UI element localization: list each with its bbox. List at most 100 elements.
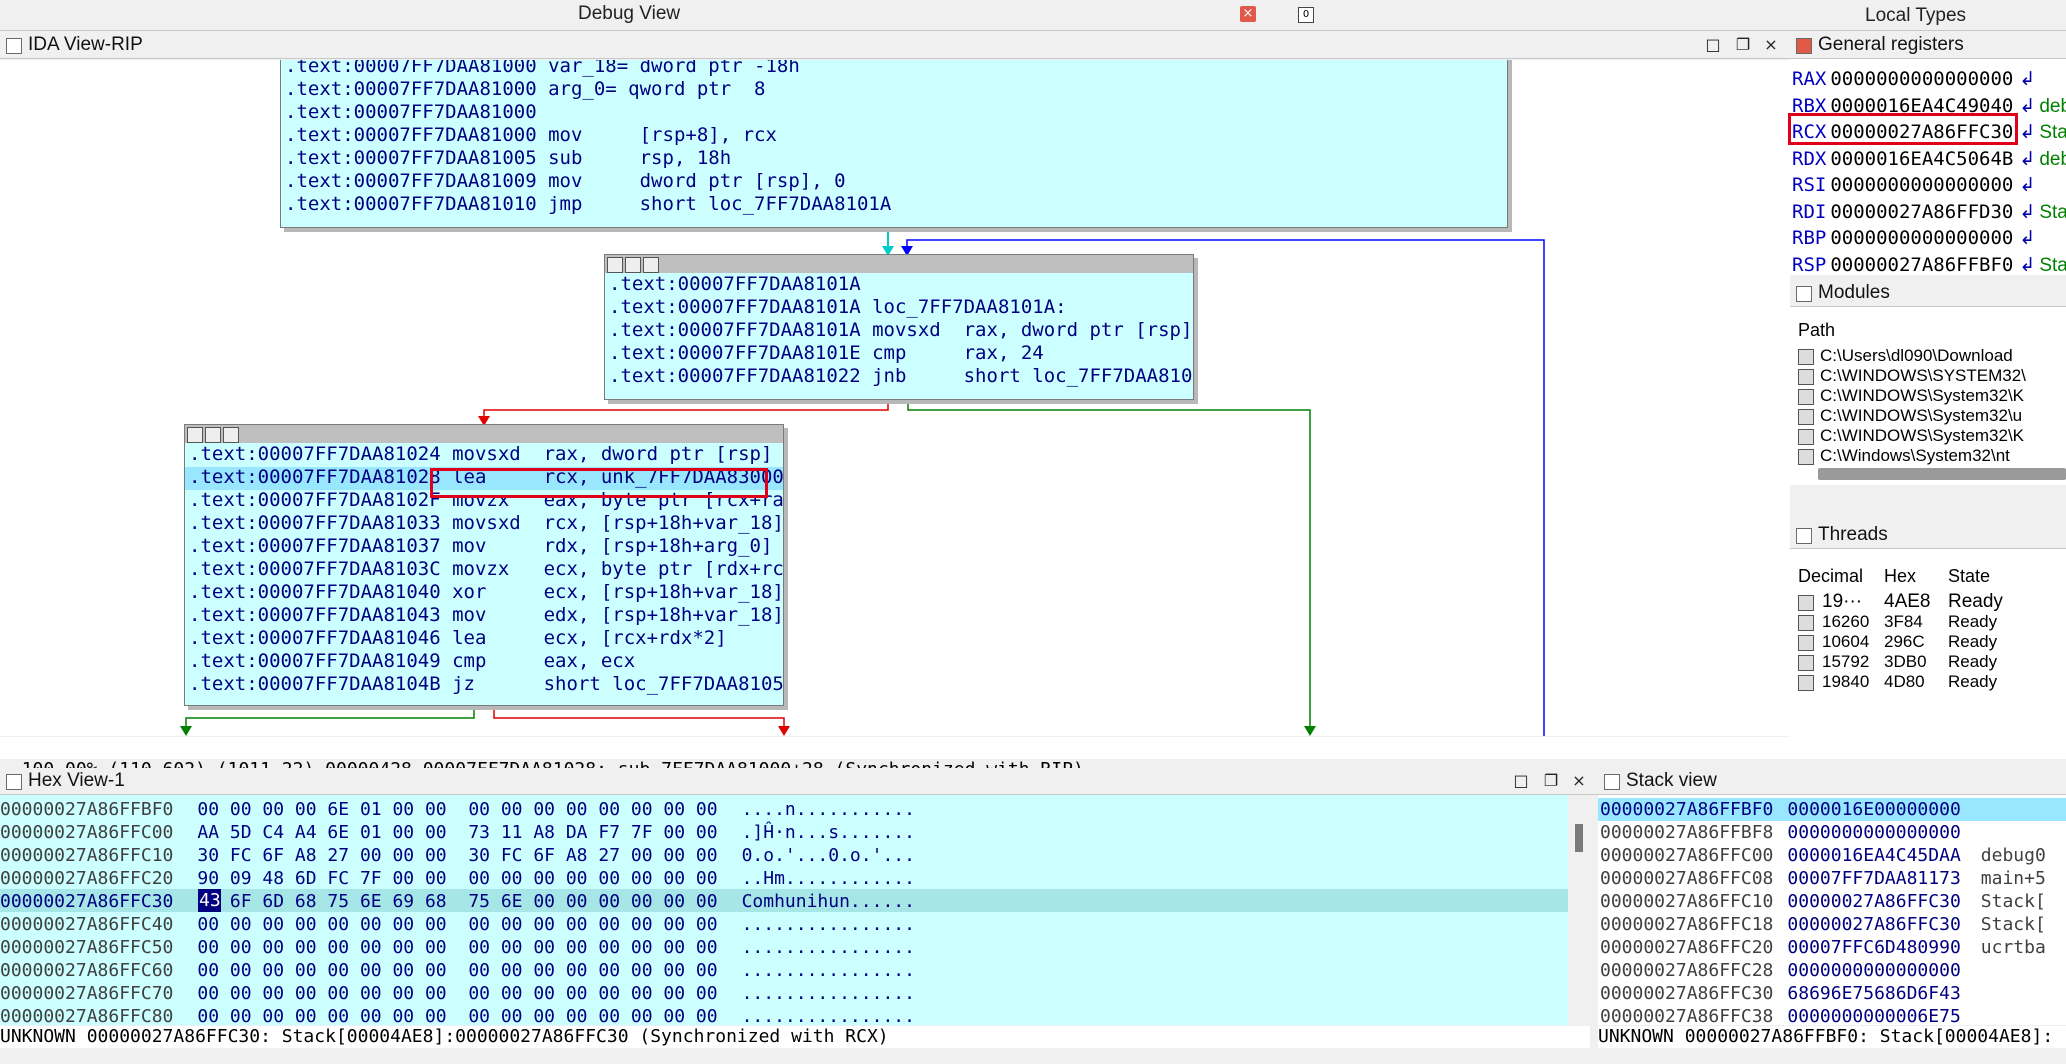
modules-column-path[interactable]: Path: [1798, 320, 1835, 341]
block-color-icon[interactable]: [187, 427, 203, 443]
close-icon[interactable]: ×: [1240, 6, 1256, 22]
register-row-rsp[interactable]: RSP 00000027A86FFBF0 ↲ Sta: [1792, 252, 2066, 278]
module-row[interactable]: C:\WINDOWS\System32\K: [1798, 426, 2064, 446]
jump-arrow-icon[interactable]: ↲: [2019, 225, 2039, 251]
hex-bytes[interactable]: 00 00 00 00 00 00 00 00 00 00 00 00 00 0…: [197, 937, 717, 958]
hex-row[interactable]: 00000027A86FFC10 30 FC 6F A8 27 00 00 00 …: [0, 844, 915, 867]
thread-row[interactable]: 19840 4D80 Ready: [1798, 672, 2064, 692]
close-icon[interactable]: ×: [1762, 36, 1780, 54]
stack-row[interactable]: 00000027A86FFC08 00007FF7DAA81173 main+5: [1600, 867, 2066, 890]
stack-row[interactable]: 00000027A86FFC30 68696E75686D6F43: [1600, 982, 2066, 1005]
hex-row[interactable]: 00000027A86FFBF0 00 00 00 00 6E 01 00 00 …: [0, 798, 915, 821]
thread-row[interactable]: 10604 296C Ready: [1798, 632, 2064, 652]
hex-ascii[interactable]: ..Hm............: [742, 868, 915, 889]
code-line[interactable]: .text:00007FF7DAA8101A: [609, 273, 861, 296]
hex-bytes[interactable]: 00 00 00 00 00 00 00 00 00 00 00 00 00 0…: [197, 914, 717, 935]
thread-row[interactable]: 16260 3F84 Ready: [1798, 612, 2064, 632]
code-block-loop-header[interactable]: .text:00007FF7DAA8101A .text:00007FF7DAA8…: [604, 254, 1194, 400]
tab-local-types[interactable]: Local Types: [1865, 5, 1966, 27]
hex-ascii[interactable]: Comhunihun......: [742, 891, 915, 912]
threads-column-state[interactable]: State: [1948, 566, 1990, 587]
code-line[interactable]: .text:00007FF7DAA81009 mov dword ptr [rs…: [285, 170, 846, 193]
jump-arrow-icon[interactable]: ↲: [2019, 119, 2039, 145]
code-line[interactable]: .text:00007FF7DAA81033 movsxd rcx, [rsp+…: [189, 512, 783, 535]
jump-arrow-icon[interactable]: ↲: [2019, 146, 2039, 172]
code-line[interactable]: .text:00007FF7DAA81000 var_18= dword ptr…: [285, 60, 800, 78]
jump-arrow-icon[interactable]: ↲: [2019, 66, 2039, 92]
hex-bytes[interactable]: AA 5D C4 A4 6E 01 00 00 73 11 A8 DA F7 7…: [197, 822, 717, 843]
thread-row[interactable]: 19··· 4AE8 Ready: [1798, 592, 2064, 612]
stack-row[interactable]: 00000027A86FFBF8 0000000000000000: [1600, 821, 2066, 844]
code-line[interactable]: .text:00007FF7DAA81024 movsxd rax, dword…: [189, 443, 772, 466]
hex-ascii[interactable]: ....n...........: [742, 799, 915, 820]
code-line[interactable]: .text:00007FF7DAA81040 xor ecx, [rsp+18h…: [189, 581, 783, 604]
hex-bytes[interactable]: 30 FC 6F A8 27 00 00 00 30 FC 6F A8 27 0…: [197, 845, 717, 866]
maximize-icon[interactable]: □: [1704, 36, 1722, 54]
block-graph-icon[interactable]: [223, 427, 239, 443]
hex-row[interactable]: 00000027A86FFC20 90 09 48 6D FC 7F 00 00 …: [0, 867, 915, 890]
module-row[interactable]: C:\Windows\System32\nt: [1798, 446, 2064, 466]
hex-bytes[interactable]: 00 00 00 00 00 00 00 00 00 00 00 00 00 0…: [197, 983, 717, 1004]
register-row-rdx[interactable]: RDX 0000016EA4C5064B ↲ deb: [1792, 146, 2066, 172]
code-block-entry[interactable]: .text:00007FF7DAA81000 var_18= dword ptr…: [280, 60, 1508, 228]
hex-ascii[interactable]: ................: [742, 960, 915, 981]
hex-bytes[interactable]: 90 09 48 6D FC 7F 00 00 00 00 00 00 00 0…: [197, 868, 717, 889]
stack-row[interactable]: 00000027A86FFBF0 0000016E00000000: [1600, 798, 2066, 821]
threads-column-decimal[interactable]: Decimal: [1798, 566, 1863, 587]
code-line[interactable]: .text:00007FF7DAA81000: [285, 101, 537, 124]
stack-value[interactable]: 00000027A86FFC30: [1787, 914, 1960, 935]
hex-scrollbar-thumb[interactable]: [1575, 824, 1583, 852]
register-value[interactable]: 00000027A86FFBF0: [1830, 254, 2013, 276]
register-row-rdi[interactable]: RDI 00000027A86FFD30 ↲ Sta: [1792, 199, 2066, 225]
module-row[interactable]: C:\WINDOWS\System32\K: [1798, 386, 2064, 406]
stack-value[interactable]: 00007FF7DAA81173: [1787, 868, 1960, 889]
module-row[interactable]: C:\WINDOWS\System32\u: [1798, 406, 2064, 426]
hex-ascii[interactable]: ................: [742, 937, 915, 958]
code-line[interactable]: .text:00007FF7DAA81010 jmp short loc_7FF…: [285, 193, 891, 216]
code-line[interactable]: .text:00007FF7DAA81005 sub rsp, 18h: [285, 147, 731, 170]
hex-bytes[interactable]: 00 00 00 00 6E 01 00 00 00 00 00 00 00 0…: [197, 799, 717, 820]
code-line[interactable]: .text:00007FF7DAA8101E cmp rax, 24: [609, 342, 1044, 365]
hex-ascii[interactable]: ................: [742, 983, 915, 1004]
hex-ascii[interactable]: 0.o.'...0.o.'...: [742, 845, 915, 866]
code-line[interactable]: .text:00007FF7DAA8103C movzx ecx, byte p…: [189, 558, 783, 581]
module-row[interactable]: C:\WINDOWS\SYSTEM32\: [1798, 366, 2064, 386]
ida-graph-view[interactable]: .text:00007FF7DAA81000 var_18= dword ptr…: [0, 60, 1790, 736]
hex-row[interactable]: 00000027A86FFC30 43 6F 6D 68 75 6E 69 68 …: [0, 890, 915, 913]
hex-row[interactable]: 00000027A86FFC80 00 00 00 00 00 00 00 00 …: [0, 1005, 915, 1028]
code-line[interactable]: .text:00007FF7DAA81022 jnb short loc_7FF…: [609, 365, 1193, 388]
code-line[interactable]: .text:00007FF7DAA8101A movsxd rax, dword…: [609, 319, 1192, 342]
thread-row[interactable]: 15792 3DB0 Ready: [1798, 652, 2064, 672]
hex-row[interactable]: 00000027A86FFC40 00 00 00 00 00 00 00 00 …: [0, 913, 915, 936]
stack-value[interactable]: 0000000000000000: [1787, 960, 1960, 981]
code-line[interactable]: .text:00007FF7DAA81046 lea ecx, [rcx+rdx…: [189, 627, 727, 650]
register-row-rax[interactable]: RAX 0000000000000000 ↲: [1792, 66, 2039, 92]
stack-value[interactable]: 00007FFC6D480990: [1787, 937, 1960, 958]
jump-arrow-icon[interactable]: ↲: [2019, 93, 2039, 119]
hex-bytes[interactable]: 00 00 00 00 00 00 00 00 00 00 00 00 00 0…: [197, 1006, 717, 1027]
stack-value[interactable]: 0000016EA4C45DAA: [1787, 845, 1960, 866]
stack-row[interactable]: 00000027A86FFC38 0000000000006E75: [1600, 1005, 2066, 1028]
hex-bytes[interactable]: 43 6F 6D 68 75 6E 69 68 75 6E 00 00 00 0…: [197, 891, 717, 912]
jump-arrow-icon[interactable]: ↲: [2019, 199, 2039, 225]
stack-value[interactable]: 00000027A86FFC30: [1787, 891, 1960, 912]
register-value[interactable]: 00000027A86FFD30: [1830, 201, 2013, 223]
hex-row[interactable]: 00000027A86FFC00 AA 5D C4 A4 6E 01 00 00 …: [0, 821, 915, 844]
modules-horizontal-scrollbar[interactable]: [1818, 468, 2066, 480]
hex-ascii[interactable]: .]Ĥ·n...s.......: [742, 822, 915, 843]
hex-row[interactable]: 00000027A86FFC70 00 00 00 00 00 00 00 00 …: [0, 982, 915, 1005]
register-value[interactable]: 0000000000000000: [1830, 227, 2013, 249]
maximize-icon[interactable]: □: [1512, 772, 1530, 790]
register-row-rsi[interactable]: RSI 0000000000000000 ↲: [1792, 172, 2039, 198]
block-edit-icon[interactable]: [205, 427, 221, 443]
code-line[interactable]: .text:00007FF7DAA8104B jz short loc_7FF7…: [189, 673, 783, 696]
hex-row[interactable]: 00000027A86FFC60 00 00 00 00 00 00 00 00 …: [0, 959, 915, 982]
stack-value[interactable]: 0000000000006E75: [1787, 1006, 1960, 1027]
hex-bytes[interactable]: 00 00 00 00 00 00 00 00 00 00 00 00 00 0…: [197, 960, 717, 981]
block-color-icon[interactable]: [607, 257, 623, 273]
block-edit-icon[interactable]: [625, 257, 641, 273]
register-value[interactable]: 0000000000000000: [1830, 68, 2013, 90]
module-row[interactable]: C:\Users\dl090\Download: [1798, 346, 2064, 366]
code-line[interactable]: .text:00007FF7DAA81037 mov rdx, [rsp+18h…: [189, 535, 772, 558]
jump-arrow-icon[interactable]: ↲: [2019, 172, 2039, 198]
